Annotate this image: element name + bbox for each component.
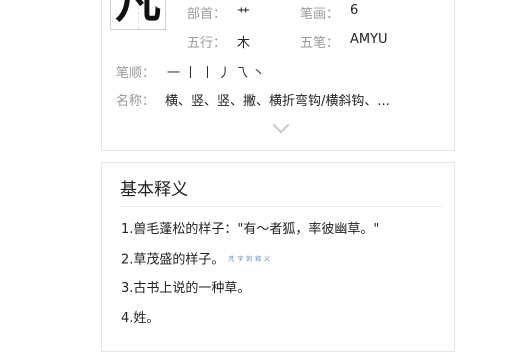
stroke-order-item: 丨 bbox=[183, 66, 197, 81]
definition-list: 1.兽毛蓬松的样子："有～者狐，率彼幽草。" 2.草茂盛的样子。芃 字 的 释 … bbox=[121, 220, 379, 338]
character-glyph-box: 凡 bbox=[110, 0, 166, 30]
definition-item: 2.草茂盛的样子。芃 字 的 释 义 bbox=[121, 250, 379, 280]
stroke-count-value: 6 bbox=[350, 3, 359, 18]
divider bbox=[120, 206, 442, 207]
radical-value: 艹 bbox=[237, 7, 251, 22]
definition-text: 3.古书上说的一种草。 bbox=[121, 281, 251, 296]
stroke-count-label: 笔画： bbox=[300, 7, 340, 22]
stroke-order-item: 乁 bbox=[234, 66, 248, 81]
stroke-order-label: 笔顺： bbox=[116, 66, 156, 81]
basic-definition-card: 基本释义 1.兽毛蓬松的样子："有～者狐，率彼幽草。" 2.草茂盛的样子。芃 字… bbox=[101, 162, 455, 352]
watermark: 芃 字 的 释 义 bbox=[228, 255, 271, 263]
definition-text: 1.兽毛蓬松的样子："有～者狐，率彼幽草。" bbox=[121, 222, 380, 237]
stroke-order-item: 丿 bbox=[217, 66, 231, 81]
definition-item: 1.兽毛蓬松的样子："有～者狐，率彼幽草。" bbox=[121, 220, 379, 250]
section-title: 基本释义 bbox=[120, 180, 188, 200]
definition-text: 4.姓。 bbox=[121, 310, 160, 326]
stroke-names-value: 横、竖、竖、撇、横折弯钩/横斜钩、... bbox=[165, 94, 390, 109]
wuxing-value: 木 bbox=[237, 36, 251, 51]
character-info-card: 凡 部首： 艹 笔画： 6 五行： 木 五笔： AMYU 笔顺： 一丨丨丿乁丶 … bbox=[101, 0, 455, 151]
stroke-names-label: 名称： bbox=[116, 94, 156, 109]
stroke-order-item: 丶 bbox=[251, 66, 265, 81]
wuxing-label: 五行： bbox=[187, 36, 227, 51]
stroke-order-item: 丨 bbox=[200, 66, 214, 81]
chevron-down-icon[interactable] bbox=[272, 116, 290, 134]
radical-label: 部首： bbox=[187, 7, 227, 22]
character-glyph: 凡 bbox=[115, 0, 161, 28]
definition-item: 4.姓。 bbox=[121, 309, 379, 339]
stroke-order-item: 一 bbox=[166, 66, 180, 81]
wubi-label: 五笔： bbox=[300, 36, 340, 51]
definition-text: 2.草茂盛的样子。 bbox=[121, 252, 225, 267]
definition-item: 3.古书上说的一种草。 bbox=[121, 279, 379, 309]
wubi-value: AMYU bbox=[350, 32, 388, 47]
stroke-order-sequence: 一丨丨丿乁丶 bbox=[165, 62, 267, 81]
